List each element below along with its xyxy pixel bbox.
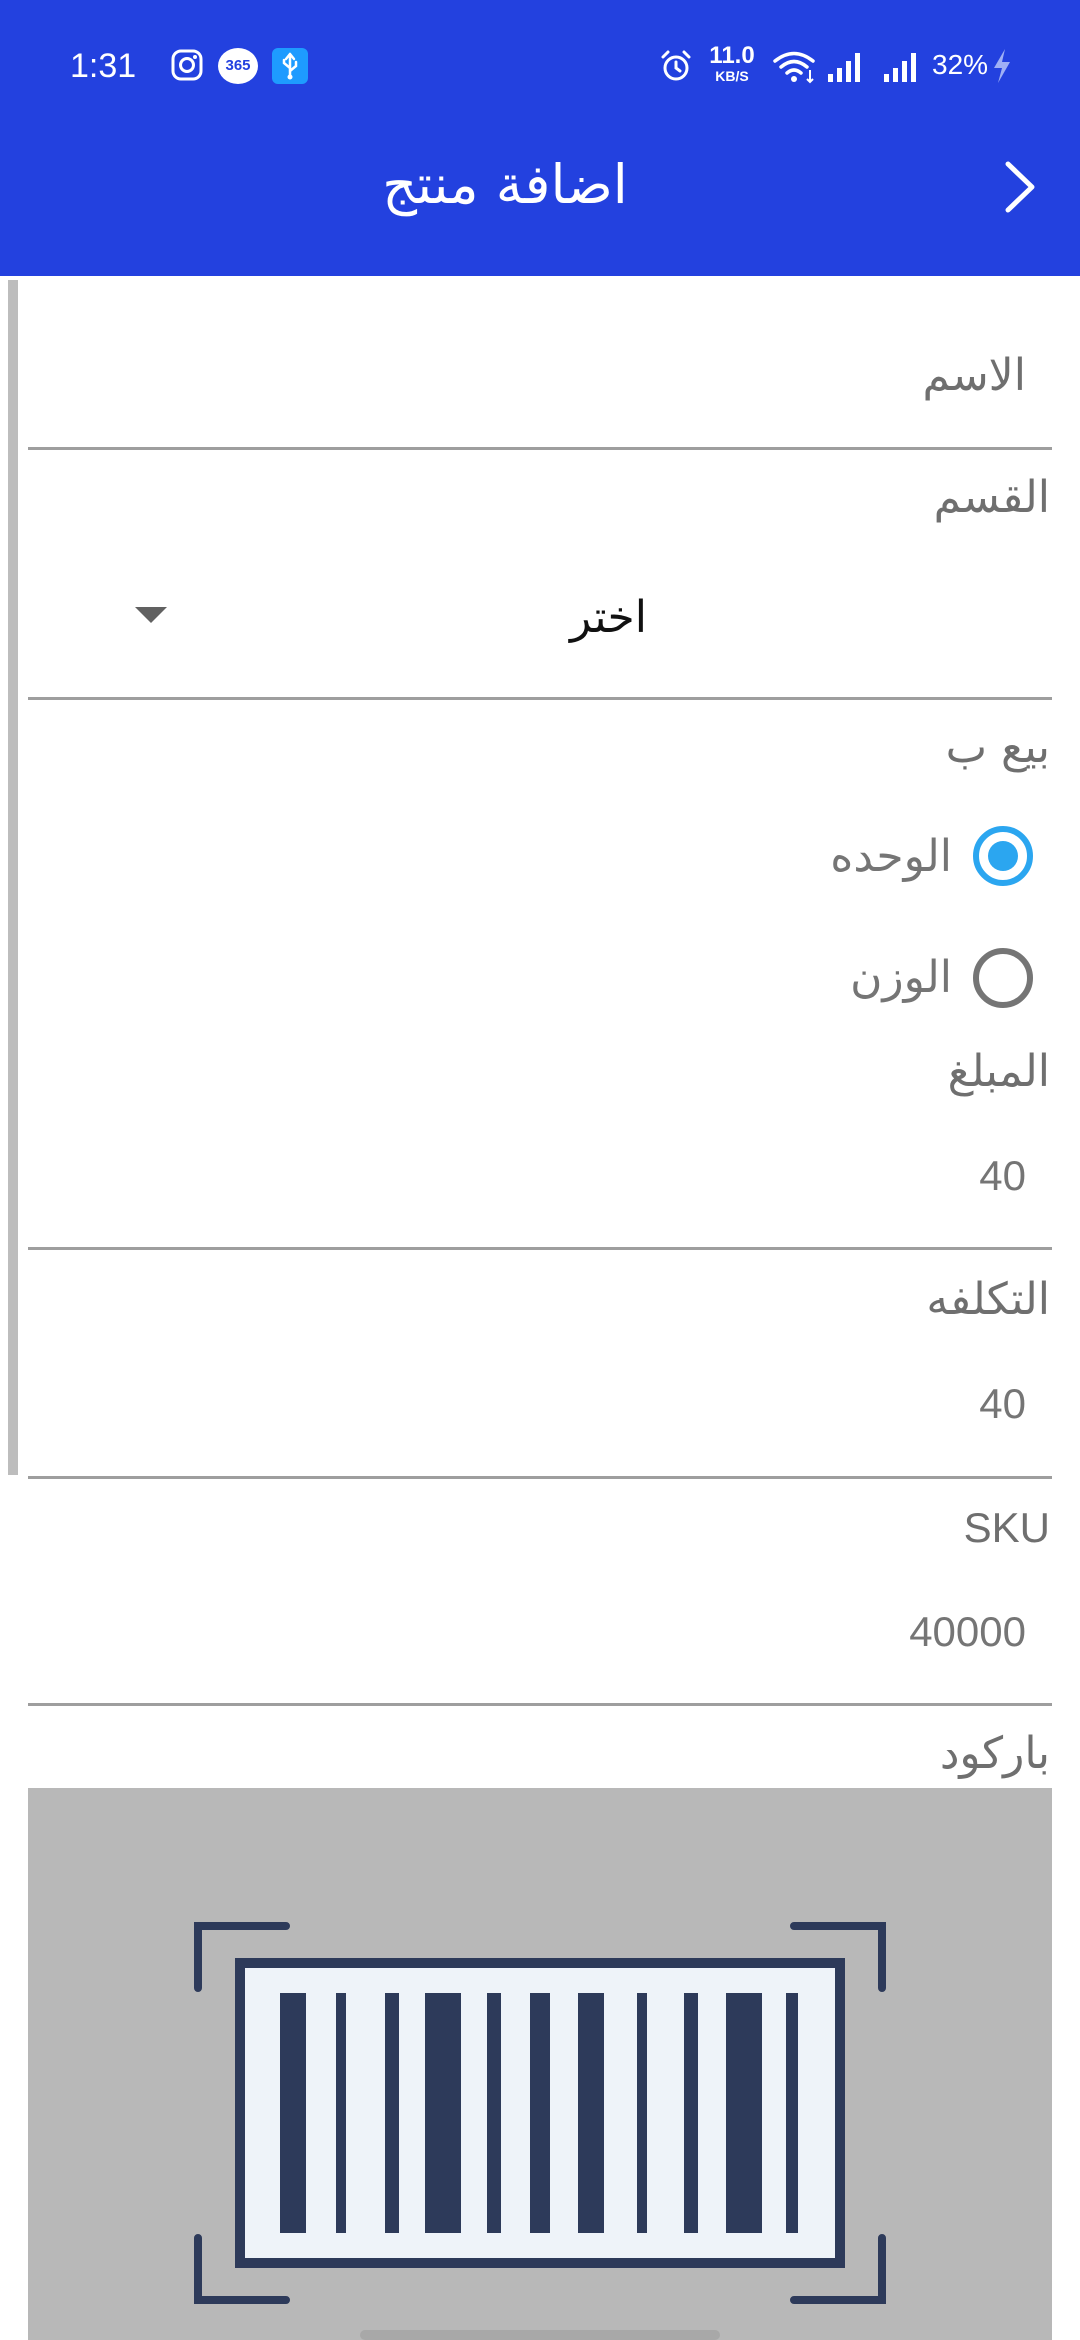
price-label: المبلغ	[947, 1046, 1050, 1097]
price-value: 40	[979, 1152, 1026, 1199]
dropdown-caret-icon	[135, 607, 167, 623]
back-chevron-icon[interactable]	[990, 152, 1050, 222]
category-dropdown[interactable]	[28, 560, 1052, 680]
status-bar: 1:31 365 11.0 KB/S 32%	[0, 0, 1080, 132]
sell-by-label: بيع ب	[945, 722, 1050, 773]
wifi-icon	[773, 51, 815, 84]
home-indicator	[360, 2330, 720, 2340]
battery-percent: 32%	[932, 49, 989, 80]
category-label: القسم	[933, 472, 1050, 523]
radio-weight-label: الوزن	[850, 952, 952, 1003]
sku-value: 40000	[909, 1608, 1026, 1655]
sku-divider	[28, 1703, 1052, 1706]
app-365-icon: 365	[218, 48, 258, 84]
category-divider	[28, 697, 1052, 700]
name-placeholder: الاسم	[922, 350, 1026, 401]
instagram-icon	[171, 49, 203, 81]
network-speed: 11.0 KB/S	[709, 42, 755, 85]
sku-input[interactable]	[28, 1590, 1052, 1700]
name-field[interactable]	[28, 320, 1052, 450]
status-time: 1:31	[70, 47, 137, 85]
cost-input[interactable]	[28, 1360, 1052, 1470]
cost-divider	[28, 1476, 1052, 1479]
charging-icon	[994, 49, 1010, 83]
name-divider	[28, 447, 1052, 450]
page-title: اضافة منتج	[382, 153, 628, 216]
price-divider	[28, 1247, 1052, 1250]
price-input[interactable]	[28, 1130, 1052, 1240]
signal-icon-2	[884, 53, 916, 82]
sku-label: SKU	[963, 1504, 1050, 1551]
cost-label: التكلفه	[926, 1274, 1050, 1325]
radio-unit-label: الوحده	[830, 831, 952, 882]
barcode-label: باركود	[939, 1728, 1050, 1779]
category-selected-value: اختر	[570, 592, 647, 643]
signal-icon	[828, 53, 860, 82]
radio-weight[interactable]	[973, 948, 1033, 1008]
scrollbar[interactable]	[8, 280, 18, 1475]
barcode-scan-icon[interactable]	[190, 1918, 890, 2308]
usb-icon	[272, 48, 308, 84]
alarm-icon	[661, 50, 691, 81]
radio-unit-selected[interactable]	[973, 826, 1033, 886]
cost-value: 40	[979, 1380, 1026, 1427]
